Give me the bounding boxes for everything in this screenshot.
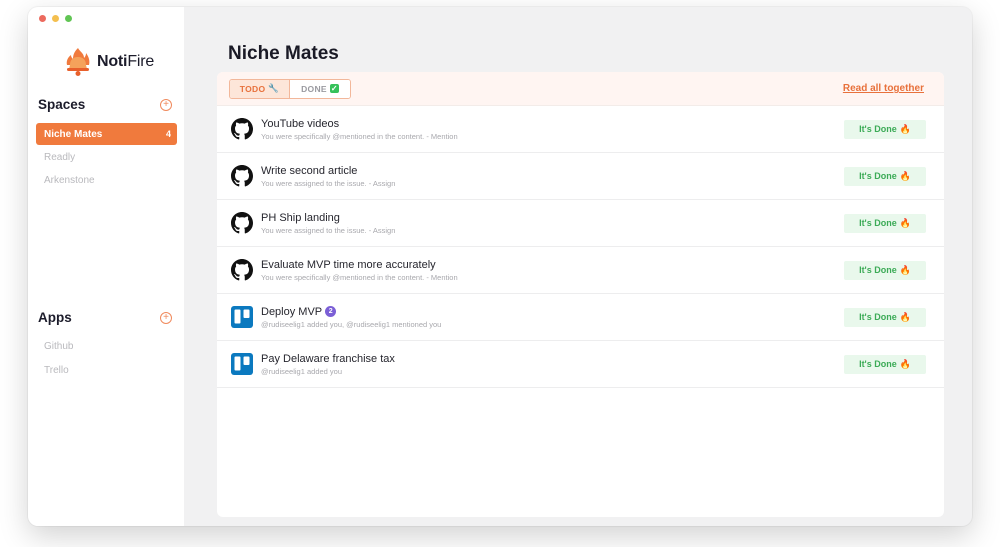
sidebar-item-github[interactable]: Github (36, 335, 177, 357)
spaces-title: Spaces (38, 97, 86, 112)
check-icon: ✓ (329, 84, 339, 93)
notification-subtitle: @rudiseelig1 added you, @rudiseelig1 men… (261, 319, 442, 329)
zoom-window-button[interactable] (65, 15, 72, 22)
notification-subtitle: You were specifically @mentioned in the … (261, 272, 458, 282)
fire-bell-icon (65, 47, 91, 77)
panel-toolbar: TODO 🔧 DONE ✓ Read all together (217, 72, 944, 106)
github-icon (231, 259, 253, 281)
notification-row[interactable]: Deploy MVP 2 @rudiseelig1 added you, @ru… (217, 294, 944, 341)
sidebar-item-label: Readly (44, 151, 76, 163)
notification-title: Pay Delaware franchise tax (261, 352, 395, 365)
status-filter: TODO 🔧 DONE ✓ (229, 78, 351, 99)
main-content: Niche Mates TODO 🔧 DONE ✓ Read all toget… (184, 7, 972, 526)
notification-text: Write second article You were assigned t… (261, 165, 844, 188)
trello-icon (231, 353, 253, 375)
its-done-button[interactable]: It's Done 🔥 (844, 119, 926, 139)
spaces-section-header: Spaces + (38, 97, 172, 112)
notification-subtitle: @rudiseelig1 added you (261, 366, 343, 376)
trello-icon (231, 306, 253, 328)
tab-todo[interactable]: TODO 🔧 (230, 79, 290, 98)
notification-title: Write second article (261, 164, 358, 177)
sidebar: NotiFire Spaces + Niche Mates 4 Readly A… (28, 7, 184, 526)
notification-subtitle: You were specifically @mentioned in the … (261, 131, 458, 141)
its-done-button[interactable]: It's Done 🔥 (844, 354, 926, 374)
notification-title-line: Write second article (261, 165, 844, 177)
tab-done[interactable]: DONE ✓ (290, 79, 350, 98)
notification-title-line: Evaluate MVP time more accurately (261, 259, 844, 271)
notification-subtitle: You were assigned to the issue. - Assign (261, 178, 396, 188)
notification-title-line: Deploy MVP 2 (261, 306, 844, 318)
notification-text: YouTube videos You were specifically @me… (261, 118, 844, 141)
notification-text: Deploy MVP 2 @rudiseelig1 added you, @ru… (261, 306, 844, 329)
notification-row[interactable]: Write second article You were assigned t… (217, 153, 944, 200)
done-label: It's Done (859, 171, 897, 181)
minimize-window-button[interactable] (52, 15, 59, 22)
notification-text: PH Ship landing You were assigned to the… (261, 212, 844, 235)
notification-title: PH Ship landing (261, 211, 340, 224)
github-icon (231, 165, 253, 187)
brand-name: NotiFire (97, 53, 155, 70)
fire-icon: 🔥 (899, 123, 911, 134)
sidebar-item-niche-mates[interactable]: Niche Mates 4 (36, 123, 177, 145)
notification-title-line: Pay Delaware franchise tax (261, 353, 844, 365)
notification-title: Deploy MVP (261, 305, 323, 318)
notification-row[interactable]: Evaluate MVP time more accurately You we… (217, 247, 944, 294)
github-icon (231, 118, 253, 140)
done-label: It's Done (859, 359, 897, 369)
its-done-button[interactable]: It's Done 🔥 (844, 307, 926, 327)
sidebar-item-label: Arkenstone (44, 174, 95, 186)
notification-title: YouTube videos (261, 117, 340, 130)
fire-icon: 🔥 (899, 264, 911, 275)
notification-row[interactable]: PH Ship landing You were assigned to the… (217, 200, 944, 247)
tab-label: DONE (301, 83, 327, 94)
wrench-icon: 🔧 (268, 83, 280, 93)
sidebar-item-label: Trello (44, 364, 69, 376)
sidebar-item-arkenstone[interactable]: Arkenstone (36, 169, 177, 191)
mention-count-badge: 2 (325, 306, 337, 317)
apps-title: Apps (38, 310, 72, 325)
sidebar-item-trello[interactable]: Trello (36, 359, 177, 381)
done-label: It's Done (859, 124, 897, 134)
its-done-button[interactable]: It's Done 🔥 (844, 213, 926, 233)
fire-icon: 🔥 (899, 170, 911, 181)
github-icon (231, 212, 253, 234)
notification-row[interactable]: YouTube videos You were specifically @me… (217, 106, 944, 153)
notification-text: Pay Delaware franchise tax @rudiseelig1 … (261, 353, 844, 376)
notification-title-line: YouTube videos (261, 118, 844, 130)
sidebar-item-label: Github (44, 340, 74, 352)
notification-list: YouTube videos You were specifically @me… (217, 106, 944, 388)
fire-icon: 🔥 (899, 358, 911, 369)
notification-subtitle: You were assigned to the issue. - Assign (261, 225, 396, 235)
tab-label: TODO (239, 83, 266, 94)
done-label: It's Done (859, 265, 897, 275)
page-title: Niche Mates (228, 43, 339, 64)
notification-text: Evaluate MVP time more accurately You we… (261, 259, 844, 282)
brand-logo: NotiFire (65, 47, 154, 77)
notification-title-line: PH Ship landing (261, 212, 844, 224)
its-done-button[interactable]: It's Done 🔥 (844, 166, 926, 186)
fire-icon: 🔥 (899, 311, 911, 322)
window-controls (39, 15, 72, 22)
done-label: It's Done (859, 312, 897, 322)
add-space-button[interactable]: + (160, 98, 172, 111)
fire-icon: 🔥 (899, 217, 911, 228)
notifications-panel: TODO 🔧 DONE ✓ Read all together YouTube … (217, 72, 944, 517)
its-done-button[interactable]: It's Done 🔥 (844, 260, 926, 280)
app-window: NotiFire Spaces + Niche Mates 4 Readly A… (28, 7, 972, 526)
notification-row[interactable]: Pay Delaware franchise tax @rudiseelig1 … (217, 341, 944, 388)
close-window-button[interactable] (39, 15, 46, 22)
read-all-together-link[interactable]: Read all together (843, 83, 924, 94)
unread-count-badge: 4 (165, 129, 171, 139)
sidebar-item-readly[interactable]: Readly (36, 146, 177, 168)
sidebar-item-label: Niche Mates (44, 128, 103, 140)
done-label: It's Done (859, 218, 897, 228)
notification-title: Evaluate MVP time more accurately (261, 258, 436, 271)
apps-section-header: Apps + (38, 310, 172, 325)
add-app-button[interactable]: + (160, 311, 172, 324)
